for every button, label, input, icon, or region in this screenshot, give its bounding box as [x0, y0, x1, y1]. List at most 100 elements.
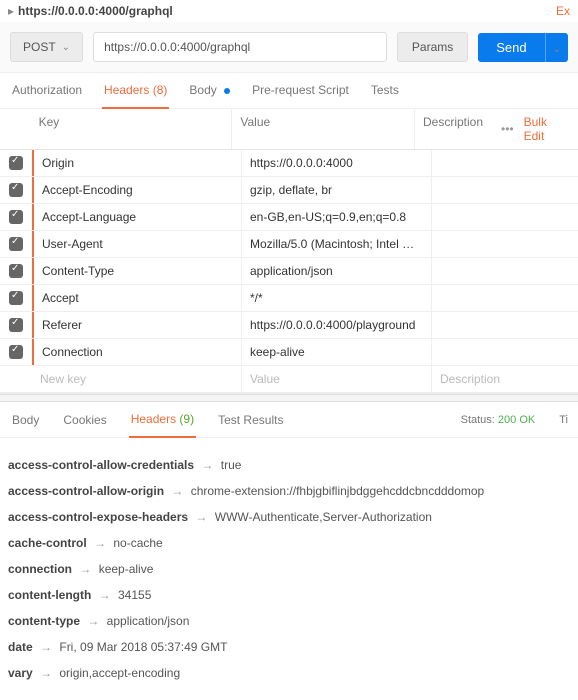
checkbox-icon[interactable] [9, 345, 23, 359]
header-desc[interactable] [432, 150, 578, 176]
resp-header-key: access-control-allow-origin [8, 484, 164, 498]
tab-body[interactable]: Body [187, 73, 232, 108]
arrow-icon: → [91, 536, 110, 550]
header-desc[interactable] [432, 312, 578, 338]
time-label: Ti [559, 414, 568, 426]
params-button[interactable]: Params [397, 32, 468, 62]
table-row[interactable]: Originhttps://0.0.0.0:4000 [0, 150, 578, 177]
header-value[interactable]: Mozilla/5.0 (Macintosh; Intel Mac OS X 1… [242, 231, 432, 257]
response-header-row: access-control-allow-origin → chrome-ext… [8, 478, 570, 504]
header-value[interactable]: keep-alive [242, 339, 432, 365]
chevron-down-icon: ⌄ [553, 44, 561, 55]
response-header-row: content-type → application/json [8, 608, 570, 634]
bulk-edit-link[interactable]: Bulk Edit [524, 115, 568, 143]
new-desc-input[interactable]: Description [432, 366, 578, 392]
url-input[interactable] [93, 32, 387, 62]
header-desc[interactable] [432, 204, 578, 230]
header-value[interactable]: https://0.0.0.0:4000 [242, 150, 432, 176]
header-value[interactable]: en-GB,en-US;q=0.9,en;q=0.8 [242, 204, 432, 230]
resp-header-value: no-cache [113, 536, 162, 550]
header-value[interactable]: gzip, deflate, br [242, 177, 432, 203]
header-key[interactable]: Content-Type [32, 258, 242, 284]
col-value: Value [232, 109, 415, 149]
resp-header-value: origin,accept-encoding [59, 666, 180, 680]
arrow-icon: → [168, 484, 187, 498]
checkbox-icon[interactable] [9, 156, 23, 170]
table-row[interactable]: Accept-Languageen-GB,en-US;q=0.9,en;q=0.… [0, 204, 578, 231]
resp-header-key: access-control-expose-headers [8, 510, 188, 524]
header-key[interactable]: User-Agent [32, 231, 242, 257]
header-value[interactable]: https://0.0.0.0:4000/playground [242, 312, 432, 338]
resp-header-key: cache-control [8, 536, 87, 550]
status-text: Status: 200 OK [457, 404, 540, 436]
resp-tab-tests[interactable]: Test Results [216, 403, 285, 437]
tab-authorization[interactable]: Authorization [10, 73, 84, 108]
resp-header-key: content-type [8, 614, 80, 628]
header-key[interactable]: Referer [32, 312, 242, 338]
col-key: Key [31, 109, 233, 149]
headers-table: Key Value Description ••• Bulk Edit Orig… [0, 109, 578, 394]
response-header-row: access-control-allow-credentials → true [8, 452, 570, 478]
response-header-row: connection → keep-alive [8, 556, 570, 582]
header-desc[interactable] [432, 231, 578, 257]
header-key[interactable]: Accept [32, 285, 242, 311]
header-desc[interactable] [432, 258, 578, 284]
header-key[interactable]: Origin [32, 150, 242, 176]
resp-header-key: vary [8, 666, 33, 680]
resp-tab-cookies[interactable]: Cookies [61, 403, 108, 437]
checkbox-icon[interactable] [9, 183, 23, 197]
checkbox-icon[interactable] [9, 237, 23, 251]
tab-title[interactable]: https://0.0.0.0:4000/graphql [18, 4, 556, 18]
resp-header-key: connection [8, 562, 72, 576]
response-header-row: cache-control → no-cache [8, 530, 570, 556]
response-header-row: date → Fri, 09 Mar 2018 05:37:49 GMT [8, 634, 570, 660]
resp-header-value: chrome-extension://fhbjgbiflinjbdggehcdd… [191, 484, 485, 498]
method-dropdown[interactable]: POST ⌄ [10, 32, 83, 62]
checkbox-icon[interactable] [9, 210, 23, 224]
resp-tab-body[interactable]: Body [10, 403, 41, 437]
dot-indicator-icon [224, 88, 230, 94]
header-key[interactable]: Connection [32, 339, 242, 365]
checkbox-icon[interactable] [9, 264, 23, 278]
header-value[interactable]: application/json [242, 258, 432, 284]
chevron-down-icon: ⌄ [62, 42, 70, 53]
examples-link[interactable]: Ex [556, 4, 570, 18]
new-value-input[interactable]: Value [242, 366, 432, 392]
arrow-icon: → [192, 510, 211, 524]
response-header-row: content-length → 34155 [8, 582, 570, 608]
table-row[interactable]: Content-Typeapplication/json [0, 258, 578, 285]
send-button[interactable]: Send [478, 33, 544, 62]
tab-prerequest[interactable]: Pre-request Script [250, 73, 351, 108]
header-desc[interactable] [432, 177, 578, 203]
send-dropdown[interactable]: ⌄ [545, 33, 568, 62]
resp-header-key: date [8, 640, 33, 654]
tab-headers[interactable]: Headers (8) [102, 73, 169, 109]
table-row[interactable]: Accept-Encodinggzip, deflate, br [0, 177, 578, 204]
resp-header-value: application/json [107, 614, 190, 628]
arrow-icon: → [84, 614, 103, 628]
tab-tests[interactable]: Tests [369, 73, 401, 108]
col-desc: Description [415, 109, 491, 149]
response-header-row: access-control-expose-headers → WWW-Auth… [8, 504, 570, 530]
checkbox-icon[interactable] [9, 318, 23, 332]
header-value[interactable]: */* [242, 285, 432, 311]
new-key-input[interactable]: New key [32, 366, 242, 392]
table-row[interactable]: Connectionkeep-alive [0, 339, 578, 366]
table-row[interactable]: User-AgentMozilla/5.0 (Macintosh; Intel … [0, 231, 578, 258]
tab-caret-icon: ▸ [8, 4, 14, 18]
method-label: POST [23, 40, 56, 54]
resp-tab-headers[interactable]: Headers (9) [129, 402, 196, 438]
arrow-icon: → [76, 562, 95, 576]
header-desc[interactable] [432, 285, 578, 311]
table-row[interactable]: Accept*/* [0, 285, 578, 312]
table-row[interactable]: Refererhttps://0.0.0.0:4000/playground [0, 312, 578, 339]
header-key[interactable]: Accept-Encoding [32, 177, 242, 203]
header-desc[interactable] [432, 339, 578, 365]
resp-header-value: WWW-Authenticate,Server-Authorization [215, 510, 432, 524]
resize-handle[interactable] [0, 394, 578, 402]
more-icon[interactable]: ••• [501, 122, 514, 136]
arrow-icon: → [198, 458, 217, 472]
header-key[interactable]: Accept-Language [32, 204, 242, 230]
resp-header-value: Fri, 09 Mar 2018 05:37:49 GMT [59, 640, 227, 654]
checkbox-icon[interactable] [9, 291, 23, 305]
